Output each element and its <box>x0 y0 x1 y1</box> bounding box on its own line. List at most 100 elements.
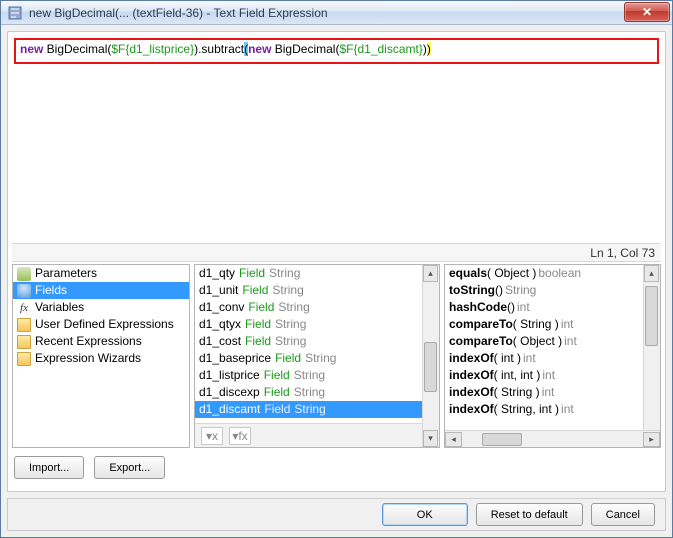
field-type: Field <box>245 316 271 333</box>
scroll-left-icon[interactable]: ◂ <box>445 432 462 447</box>
tree-item[interactable]: Expression Wizards <box>13 350 189 367</box>
window-title: new BigDecimal(... (textField-36) - Text… <box>29 6 624 20</box>
methods-vscroll[interactable]: ▴ ▾ <box>643 265 660 447</box>
field-row[interactable]: d1_conv Field String <box>195 299 422 316</box>
field-row[interactable]: d1_qtyx Field String <box>195 316 422 333</box>
field-row[interactable]: d1_unit Field String <box>195 282 422 299</box>
method-name: toString <box>449 282 495 299</box>
scroll-right-icon[interactable]: ▸ <box>643 432 660 447</box>
category-tree-panel: ParametersFieldsfxVariablesUser Defined … <box>12 264 190 448</box>
method-return: int <box>542 367 555 384</box>
method-return: int <box>542 384 555 401</box>
field-type: Field <box>242 282 268 299</box>
field-row[interactable]: d1_baseprice Field String <box>195 350 422 367</box>
fields-vscroll[interactable]: ▴ ▾ <box>422 265 439 447</box>
method-return: String <box>505 282 536 299</box>
method-row[interactable]: equals( Object ) boolean <box>445 265 643 282</box>
field-name: d1_qty <box>199 265 235 282</box>
fields-list[interactable]: d1_qty Field Stringd1_unit Field Stringd… <box>195 265 422 423</box>
method-args: ( String ) <box>494 384 540 401</box>
category-tree[interactable]: ParametersFieldsfxVariablesUser Defined … <box>13 265 189 447</box>
method-row[interactable]: toString() String <box>445 282 643 299</box>
method-row[interactable]: indexOf( int ) int <box>445 350 643 367</box>
methods-list[interactable]: equals( Object ) booleantoString() Strin… <box>445 265 643 430</box>
field-row[interactable]: d1_cost Field String <box>195 333 422 350</box>
method-row[interactable]: compareTo( String ) int <box>445 316 643 333</box>
method-args: ( int, int ) <box>494 367 541 384</box>
method-return: int <box>561 401 574 418</box>
field-class: String <box>294 367 325 384</box>
cancel-button[interactable]: Cancel <box>591 503 655 526</box>
field-name: d1_discexp <box>199 384 260 401</box>
scroll-thumb[interactable] <box>645 286 658 346</box>
methods-hscroll[interactable]: ◂ ▸ <box>445 430 660 447</box>
field-row[interactable]: d1_discexp Field String <box>195 384 422 401</box>
method-name: equals <box>449 265 487 282</box>
field-class: String <box>272 282 303 299</box>
method-args: ( String ) <box>513 316 559 333</box>
ok-button[interactable]: OK <box>382 503 468 526</box>
field-type: Field <box>264 401 290 418</box>
db-icon <box>17 284 31 298</box>
scroll-up-icon[interactable]: ▴ <box>644 265 659 282</box>
field-type: Field <box>275 350 301 367</box>
param-icon <box>17 267 31 281</box>
tree-item[interactable]: Recent Expressions <box>13 333 189 350</box>
method-name: indexOf <box>449 384 494 401</box>
method-row[interactable]: compareTo( Object ) int <box>445 333 643 350</box>
filter-button-2[interactable]: ▾fx <box>229 427 251 445</box>
tree-item-label: Fields <box>35 282 67 299</box>
scroll-down-icon[interactable]: ▾ <box>423 430 438 447</box>
tree-item-label: Expression Wizards <box>35 350 141 367</box>
scroll-up-icon[interactable]: ▴ <box>423 265 438 282</box>
titlebar[interactable]: new BigDecimal(... (textField-36) - Text… <box>1 1 672 25</box>
panels-row: ParametersFieldsfxVariablesUser Defined … <box>12 262 661 452</box>
tree-item[interactable]: fxVariables <box>13 299 189 316</box>
field-name: d1_listprice <box>199 367 260 384</box>
import-export-row: Import... Export... <box>12 452 661 487</box>
field-type: Field <box>245 333 271 350</box>
method-args: () <box>507 299 515 316</box>
tree-item[interactable]: Parameters <box>13 265 189 282</box>
fields-panel: d1_qty Field Stringd1_unit Field Stringd… <box>194 264 440 448</box>
field-name: d1_conv <box>199 299 244 316</box>
dialog-footer: OK Reset to default Cancel <box>7 498 666 531</box>
methods-panel: equals( Object ) booleantoString() Strin… <box>444 264 661 448</box>
field-name: d1_unit <box>199 282 238 299</box>
field-row[interactable]: d1_discamt Field String <box>195 401 422 418</box>
tree-item-label: User Defined Expressions <box>35 316 174 333</box>
scroll-track[interactable] <box>644 282 660 430</box>
field-class: String <box>278 299 309 316</box>
method-row[interactable]: indexOf( String ) int <box>445 384 643 401</box>
method-row[interactable]: indexOf( String, int ) int <box>445 401 643 418</box>
reset-button[interactable]: Reset to default <box>476 503 583 526</box>
method-name: compareTo <box>449 333 513 350</box>
tree-item[interactable]: User Defined Expressions <box>13 316 189 333</box>
tree-item[interactable]: Fields <box>13 282 189 299</box>
field-row[interactable]: d1_qty Field String <box>195 265 422 282</box>
expression-editor[interactable]: new BigDecimal($F{d1_listprice}).subtrac… <box>20 42 653 57</box>
close-button[interactable]: ✕ <box>624 2 670 22</box>
filter-icon: ▾x <box>206 429 218 443</box>
field-class: String <box>294 401 325 418</box>
method-name: indexOf <box>449 350 494 367</box>
tree-item-label: Parameters <box>35 265 97 282</box>
method-return: int <box>564 333 577 350</box>
folder-icon <box>17 318 31 332</box>
filter-button-1[interactable]: ▾x <box>201 427 223 445</box>
scroll-thumb[interactable] <box>482 433 522 446</box>
scroll-track[interactable] <box>423 282 439 430</box>
app-icon <box>7 5 23 21</box>
field-row[interactable]: d1_listprice Field String <box>195 367 422 384</box>
import-button[interactable]: Import... <box>14 456 84 479</box>
folder-icon <box>17 335 31 349</box>
tree-item-label: Variables <box>35 299 84 316</box>
method-row[interactable]: hashCode() int <box>445 299 643 316</box>
method-return: boolean <box>538 265 581 282</box>
method-row[interactable]: indexOf( int, int ) int <box>445 367 643 384</box>
scroll-track[interactable] <box>462 432 643 447</box>
editor-empty-area[interactable] <box>12 64 661 244</box>
scroll-thumb[interactable] <box>424 342 437 392</box>
field-type: Field <box>264 384 290 401</box>
export-button[interactable]: Export... <box>94 456 165 479</box>
